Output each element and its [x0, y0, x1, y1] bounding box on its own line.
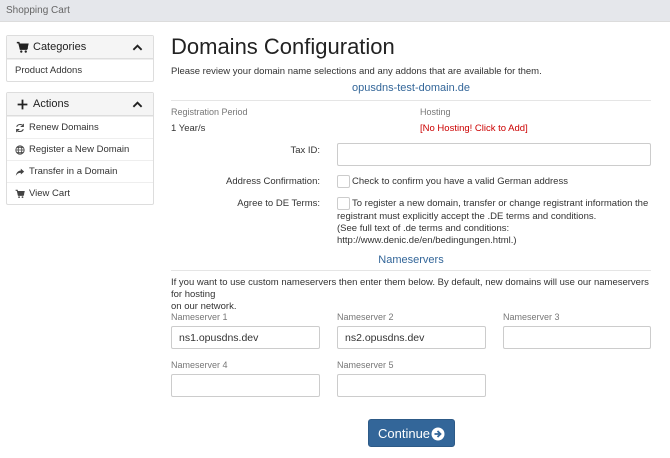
sidebar-item-label: Register a New Domain: [29, 144, 130, 155]
nameserver-2-input[interactable]: ns2.opusdns.dev: [337, 326, 486, 349]
nameserver-5-input[interactable]: [337, 374, 486, 397]
arrow-circle-right-icon: [431, 427, 445, 441]
categories-panel: Categories Product Addons: [6, 35, 154, 82]
sidebar-item-register-domain[interactable]: Register a New Domain: [7, 138, 153, 160]
sidebar-item-product-addons[interactable]: Product Addons: [7, 59, 153, 81]
nameservers-heading: Nameservers: [378, 254, 444, 266]
nameserver-3-input[interactable]: [503, 326, 651, 349]
categories-panel-header[interactable]: Categories: [7, 36, 153, 59]
agree-terms-label: Agree to DE Terms:: [237, 198, 320, 209]
agree-terms-text-line3: (See full text of .de terms and conditio…: [337, 223, 510, 234]
actions-panel-header[interactable]: Actions: [7, 93, 153, 116]
tax-id-label: Tax ID:: [290, 145, 320, 156]
sidebar-item-label: Transfer in a Domain: [29, 166, 118, 177]
categories-panel-title: Categories: [33, 41, 87, 53]
actions-panel-title: Actions: [33, 98, 70, 110]
plus-icon: [17, 99, 28, 110]
address-confirmation-checkbox[interactable]: [337, 175, 350, 188]
agree-terms-checkbox[interactable]: [337, 197, 350, 210]
agree-terms-text-line1: To register a new domain, transfer or ch…: [352, 198, 649, 209]
page-subtitle: Please review your domain name selection…: [171, 66, 542, 77]
hosting-label: Hosting: [420, 107, 451, 117]
continue-button[interactable]: Continue: [368, 419, 455, 447]
registration-period-value: 1 Year/s: [171, 123, 206, 134]
address-confirmation-label: Address Confirmation:: [226, 176, 320, 187]
sidebar-item-label: View Cart: [29, 188, 71, 199]
page-title: Domains Configuration: [171, 34, 395, 59]
sidebar-item-view-cart[interactable]: View Cart: [7, 182, 153, 204]
nameserver-5-label: Nameserver 5: [337, 360, 394, 370]
nameserver-4-input[interactable]: [171, 374, 320, 397]
chevron-up-icon[interactable]: [132, 42, 143, 53]
top-bar-title: Shopping Cart: [6, 5, 70, 16]
sidebar-item-renew-domains[interactable]: Renew Domains: [7, 116, 153, 138]
top-bar: Shopping Cart: [0, 0, 670, 22]
divider: [171, 100, 651, 101]
cart-icon: [15, 189, 25, 198]
nameserver-4-label: Nameserver 4: [171, 360, 228, 370]
sidebar-item-label: Renew Domains: [29, 122, 99, 133]
terms-url-link[interactable]: http://www.denic.de/en/bedingungen.html.…: [337, 235, 517, 247]
continue-button-label: Continue: [378, 426, 431, 441]
tax-id-input[interactable]: [337, 143, 651, 166]
nameservers-description-line1: If you want to use custom nameservers th…: [171, 277, 649, 300]
nameservers-description: If you want to use custom nameservers th…: [171, 277, 651, 313]
nameserver-1-input[interactable]: ns1.opusdns.dev: [171, 326, 320, 349]
address-confirmation-text: Check to confirm you have a valid German…: [352, 176, 568, 187]
chevron-up-icon[interactable]: [132, 99, 143, 110]
nameservers-description-line2: on our network.: [171, 301, 237, 312]
agree-terms-text-line2: registrant must explicitly accept the .D…: [337, 211, 597, 222]
sidebar-item-label: Product Addons: [15, 65, 83, 76]
nameserver-2-label: Nameserver 2: [337, 312, 394, 322]
nameserver-1-label: Nameserver 1: [171, 312, 228, 322]
actions-panel: Actions Renew Domains Register a New Dom…: [6, 92, 154, 205]
cart-icon: [16, 41, 29, 53]
add-hosting-link[interactable]: [No Hosting! Click to Add]: [420, 123, 528, 134]
registration-period-label: Registration Period: [171, 107, 248, 117]
sidebar-item-transfer-domain[interactable]: Transfer in a Domain: [7, 160, 153, 182]
divider: [171, 270, 651, 271]
share-arrow-icon: [15, 168, 25, 176]
domain-name-heading: opusdns-test-domain.de: [351, 82, 470, 94]
nameserver-3-label: Nameserver 3: [503, 312, 560, 322]
globe-icon: [15, 145, 25, 155]
refresh-icon: [16, 123, 24, 133]
